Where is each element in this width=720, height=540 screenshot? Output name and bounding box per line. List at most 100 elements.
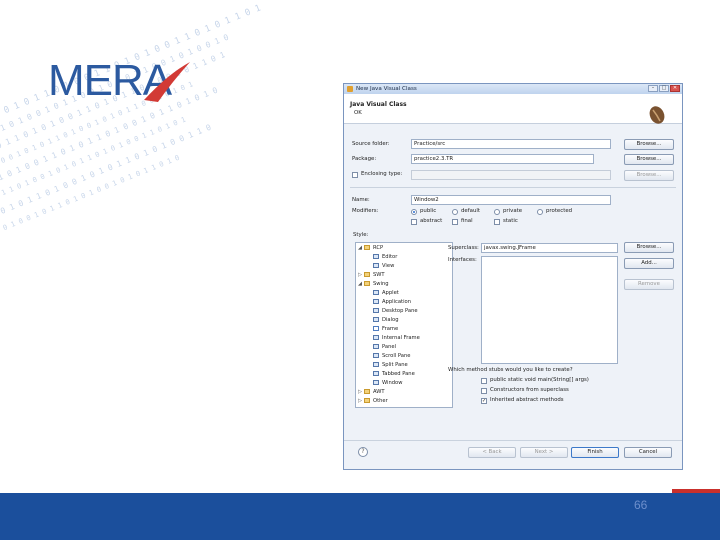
class-template-icon bbox=[373, 344, 379, 349]
folder-icon bbox=[364, 272, 370, 277]
browse-enclosing-type-button[interactable]: Browse... bbox=[624, 170, 674, 181]
modifier-default-label: default bbox=[461, 208, 480, 214]
class-template-icon bbox=[373, 326, 379, 331]
class-template-icon bbox=[373, 308, 379, 313]
finish-button[interactable]: Finish bbox=[571, 447, 619, 458]
final-label: final bbox=[461, 218, 473, 224]
inherited-methods-stub-label: Inherited abstract methods bbox=[490, 397, 564, 403]
remove-interface-button[interactable]: Remove bbox=[624, 279, 674, 290]
modifier-public-label: public bbox=[420, 208, 437, 214]
modifier-private-label: private bbox=[503, 208, 523, 214]
logo-swoosh-icon bbox=[144, 62, 190, 102]
style-tree-item-label: RCP bbox=[373, 245, 384, 251]
style-tree-item[interactable]: ◢ RCP bbox=[358, 244, 383, 253]
back-button[interactable]: < Back bbox=[468, 447, 516, 458]
dialog-header: Java Visual Class OK bbox=[344, 94, 682, 124]
style-tree-item-label: AWT bbox=[373, 389, 385, 395]
svg-text:1 0 1 0 1 0 0 1 0 1 1 0 1 0 1: 1 0 1 0 1 0 0 1 0 1 1 0 1 0 1 0 0 1 0 1 … bbox=[0, 154, 181, 242]
interfaces-list[interactable] bbox=[481, 256, 618, 364]
minimize-button[interactable]: – bbox=[648, 85, 658, 92]
browse-source-folder-button[interactable]: Browse... bbox=[624, 139, 674, 150]
modifier-protected-label: protected bbox=[546, 208, 573, 214]
class-template-icon bbox=[373, 371, 379, 376]
source-folder-label: Source folder: bbox=[352, 141, 390, 147]
style-tree-item[interactable]: Editor bbox=[367, 253, 397, 262]
name-label: Name: bbox=[352, 197, 370, 203]
slide-footer-bar bbox=[0, 493, 720, 540]
style-tree-item[interactable]: ▷ SWT bbox=[358, 271, 385, 280]
binary-digits-decoration: 0 1 0 1 1 0 1 0 0 1 1 0 1 0 1 0 0 1 1 0 … bbox=[0, 3, 262, 242]
superclass-field[interactable]: javax.swing.JFrame bbox=[481, 243, 618, 253]
style-tree-item[interactable]: Application bbox=[367, 298, 411, 307]
next-button[interactable]: Next > bbox=[520, 447, 568, 458]
main-method-stub-label: public static void main(String[] args) bbox=[490, 377, 589, 383]
window-controls: – □ ✕ bbox=[648, 85, 680, 92]
static-checkbox[interactable] bbox=[494, 219, 500, 225]
page-number: 66 bbox=[634, 498, 648, 512]
style-tree-item[interactable]: Panel bbox=[367, 343, 396, 352]
modifiers-label: Modifiers: bbox=[352, 208, 379, 214]
style-tree-item-label: Frame bbox=[382, 326, 399, 332]
style-tree-item[interactable]: Window bbox=[367, 379, 402, 388]
abstract-checkbox[interactable] bbox=[411, 219, 417, 225]
final-checkbox[interactable] bbox=[452, 219, 458, 225]
style-tree-item[interactable]: Frame bbox=[367, 325, 398, 334]
help-icon[interactable]: ? bbox=[358, 447, 368, 457]
inherited-methods-stub-checkbox[interactable]: ✓ bbox=[481, 398, 487, 404]
static-label: static bbox=[503, 218, 518, 224]
main-method-stub-checkbox[interactable] bbox=[481, 378, 487, 384]
dialog-titlebar[interactable]: New Java Visual Class – □ ✕ bbox=[344, 84, 682, 94]
mera-logo: MERA bbox=[48, 56, 198, 112]
enclosing-type-field[interactable] bbox=[411, 170, 611, 180]
svg-text:0 1 0 1 0 1 1 0 1 0 0 1 0 1 0: 0 1 0 1 0 1 1 0 1 0 0 1 0 1 0 1 1 0 1 0 … bbox=[0, 123, 213, 223]
style-tree-item[interactable]: Tabbed Pane bbox=[367, 370, 415, 379]
eclipse-app-icon bbox=[347, 86, 353, 92]
style-tree-item[interactable]: ▷ AWT bbox=[358, 388, 385, 397]
header-title: Java Visual Class bbox=[350, 101, 407, 108]
source-folder-field[interactable]: Practice/src bbox=[411, 139, 611, 149]
style-tree-item-label: Application bbox=[382, 299, 411, 305]
style-tree-item[interactable]: Scroll Pane bbox=[367, 352, 410, 361]
style-tree-item-label: Window bbox=[382, 380, 403, 386]
browse-superclass-button[interactable]: Browse... bbox=[624, 242, 674, 253]
add-interface-button[interactable]: Add... bbox=[624, 258, 674, 269]
style-tree-item[interactable]: ▷ Other bbox=[358, 397, 388, 406]
style-tree-item-label: Panel bbox=[382, 344, 396, 350]
close-button[interactable]: ✕ bbox=[670, 85, 680, 92]
style-tree-item-label: Other bbox=[373, 398, 388, 404]
modifier-public-radio[interactable] bbox=[411, 209, 417, 215]
class-template-icon bbox=[373, 380, 379, 385]
stubs-question-label: Which method stubs would you like to cre… bbox=[448, 367, 573, 373]
constructors-stub-checkbox[interactable] bbox=[481, 388, 487, 394]
class-template-icon bbox=[373, 353, 379, 358]
class-template-icon bbox=[373, 317, 379, 322]
new-java-visual-class-dialog: New Java Visual Class – □ ✕ Java Visual … bbox=[343, 83, 683, 470]
style-tree-item-label: Split Pane bbox=[382, 362, 408, 368]
browse-package-button[interactable]: Browse... bbox=[624, 154, 674, 165]
style-tree[interactable]: ◢ RCP Editor View ▷ SWT ◢ Swing Applet Applicatio… bbox=[355, 242, 453, 408]
header-message: OK bbox=[354, 110, 362, 116]
style-tree-item-label: View bbox=[382, 263, 395, 269]
style-tree-item[interactable]: Internal Frame bbox=[367, 334, 420, 343]
folder-icon bbox=[364, 281, 370, 286]
style-tree-item[interactable]: View bbox=[367, 262, 394, 271]
superclass-label: Superclass: bbox=[448, 245, 479, 251]
style-tree-item-label: Editor bbox=[382, 254, 398, 260]
style-tree-item[interactable]: Applet bbox=[367, 289, 399, 298]
style-tree-item[interactable]: Split Pane bbox=[367, 361, 408, 370]
modifier-private-radio[interactable] bbox=[494, 209, 500, 215]
enclosing-type-checkbox[interactable] bbox=[352, 172, 358, 178]
cancel-button[interactable]: Cancel bbox=[624, 447, 672, 458]
style-tree-item[interactable]: Dialog bbox=[367, 316, 399, 325]
modifier-protected-radio[interactable] bbox=[537, 209, 543, 215]
class-template-icon bbox=[373, 263, 379, 268]
style-tree-item[interactable]: ◢ Swing bbox=[358, 280, 389, 289]
maximize-button[interactable]: □ bbox=[659, 85, 669, 92]
java-bean-icon bbox=[649, 106, 665, 124]
interfaces-label: Interfaces: bbox=[448, 257, 477, 263]
svg-text:1 0 1 1 0 1 0 0 1 0 1 0 1 1 0: 1 0 1 1 0 1 0 0 1 0 1 0 1 1 0 1 0 1 0 0 … bbox=[0, 116, 187, 204]
modifier-default-radio[interactable] bbox=[452, 209, 458, 215]
package-field[interactable]: practice2.3.TR bbox=[411, 154, 594, 164]
style-tree-item[interactable]: Desktop Pane bbox=[367, 307, 418, 316]
name-field[interactable]: Window2 bbox=[411, 195, 611, 205]
